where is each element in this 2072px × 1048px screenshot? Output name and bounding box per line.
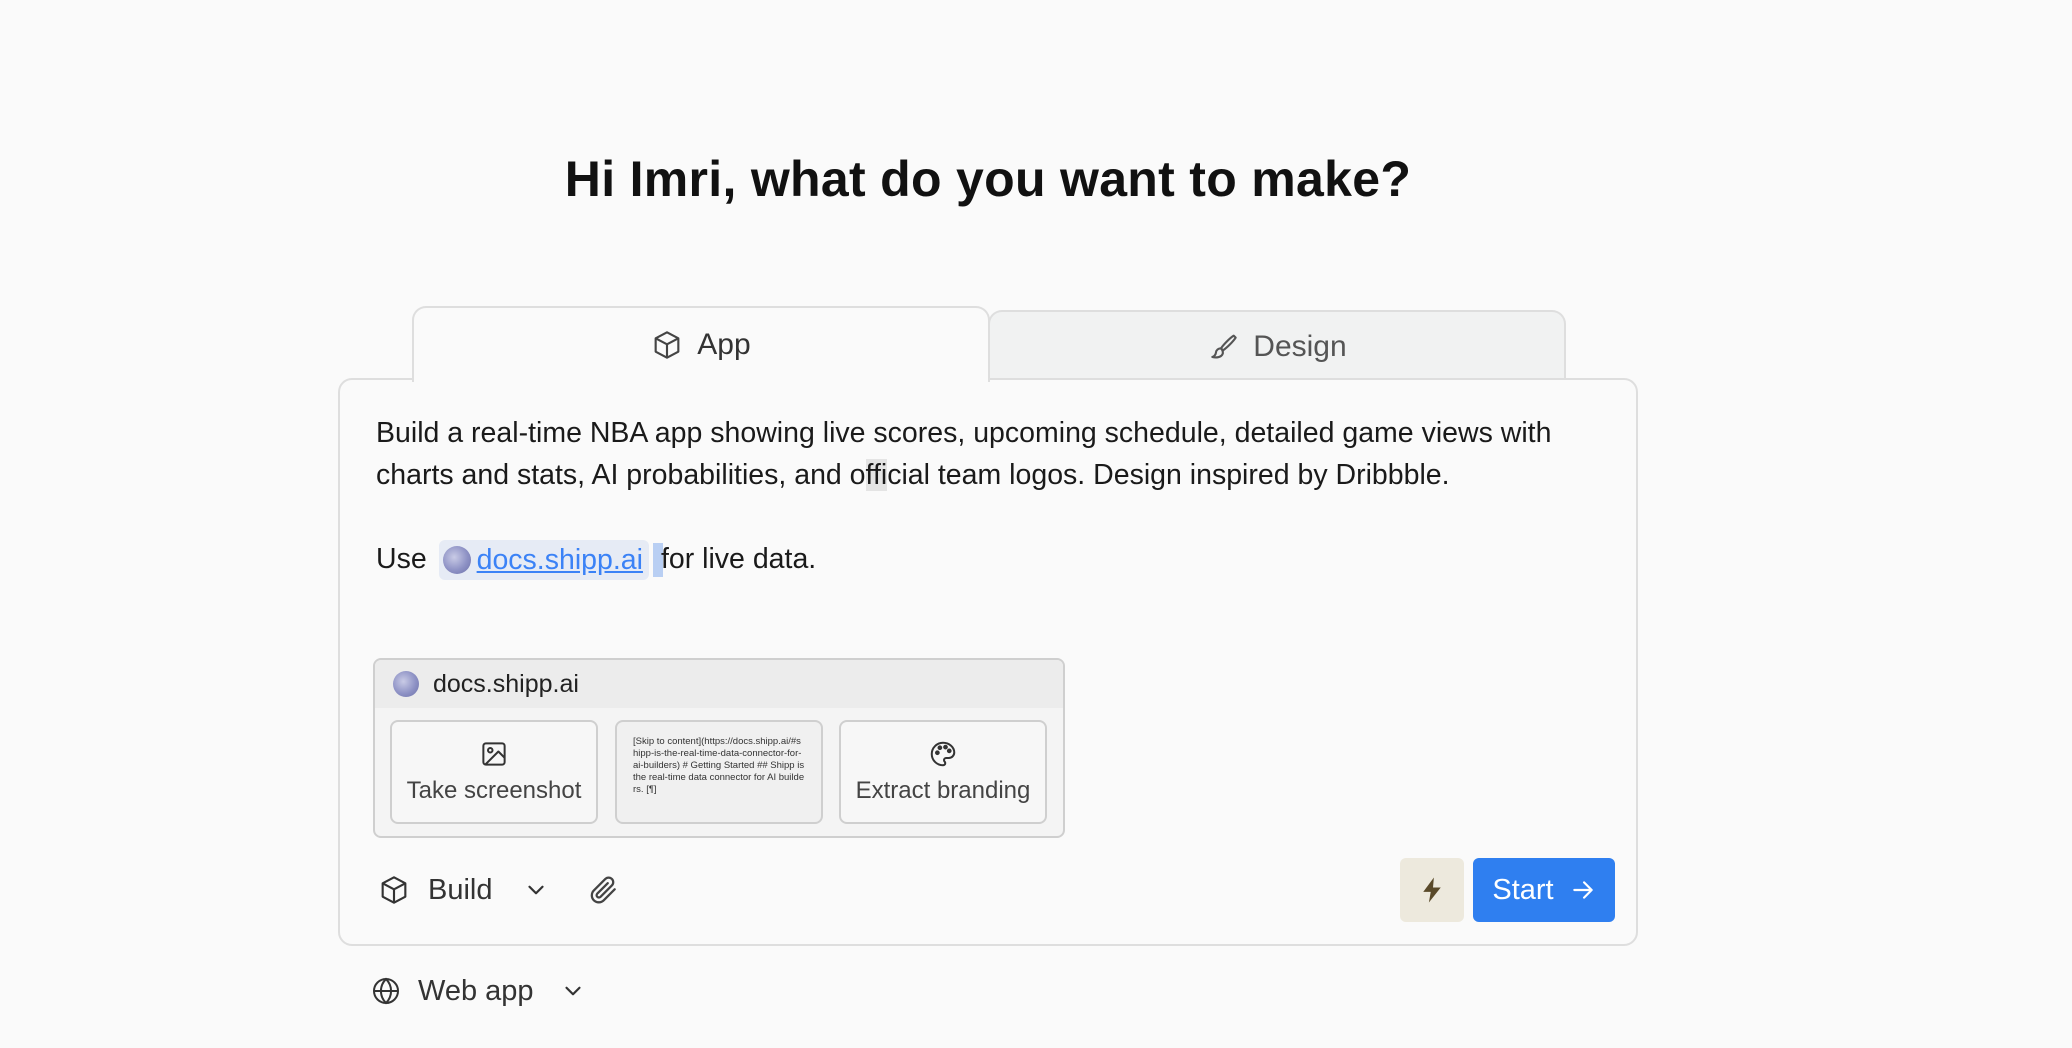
extract-branding-button[interactable]: Extract branding — [839, 720, 1047, 824]
start-button-label: Start — [1492, 873, 1554, 906]
prompt-text: Use — [376, 543, 427, 575]
take-screenshot-label: Take screenshot — [406, 777, 582, 804]
paintbrush-icon — [1211, 334, 1238, 359]
tab-design[interactable]: Design — [988, 310, 1566, 382]
platform-label: Web app — [418, 974, 534, 1007]
tab-design-label: Design — [1253, 330, 1347, 363]
globe-icon — [373, 977, 399, 1005]
favicon-icon — [393, 671, 419, 697]
prompt-line: Use docs.shipp.ai for live data. — [376, 538, 1596, 581]
build-mode-dropdown[interactable]: Build — [378, 866, 549, 914]
prompt-line: charts and stats, AI probabilities, and … — [376, 454, 1596, 496]
chevron-down-icon — [527, 885, 544, 895]
prompt-text: cial team logos. Design inspired by Drib… — [887, 459, 1450, 491]
attach-file-button[interactable] — [584, 870, 624, 910]
cube-icon — [381, 876, 407, 904]
favicon-icon — [442, 546, 471, 575]
tab-app[interactable]: App — [412, 306, 990, 382]
link-preview-header: docs.shipp.ai — [375, 660, 1063, 708]
extract-branding-label: Extract branding — [855, 777, 1031, 804]
content-snippet: [Skip to content](https://docs.shipp.ai/… — [633, 736, 805, 795]
lightning-bolt-icon — [1423, 877, 1441, 903]
tab-app-label: App — [697, 328, 751, 361]
palette-icon — [930, 741, 956, 767]
platform-dropdown[interactable]: Web app — [370, 966, 586, 1016]
prompt-text: Build a real-time NBA app showing live s… — [376, 417, 1552, 449]
start-button[interactable]: Start — [1473, 858, 1615, 922]
arrow-right-icon — [1572, 881, 1593, 899]
mention-link[interactable]: docs.shipp.ai — [477, 539, 643, 581]
prompt-input[interactable]: Build a real-time NBA app showing live s… — [376, 412, 1596, 581]
prompt-card: Build a real-time NBA app showing live s… — [338, 378, 1638, 946]
build-mode-label: Build — [428, 873, 493, 906]
prompt-line: Build a real-time NBA app showing live s… — [376, 412, 1596, 454]
prompt-text: charts and stats, AI probabilities, and … — [376, 459, 866, 491]
link-preview-domain: docs.shipp.ai — [433, 669, 579, 698]
page-title: Hi Imri, what do you want to make? — [564, 151, 1412, 207]
link-preview-panel: docs.shipp.ai Take screenshot [Skip to c… — [373, 658, 1065, 838]
take-screenshot-button[interactable]: Take screenshot — [390, 720, 598, 824]
chevron-down-icon — [564, 986, 581, 996]
image-icon — [482, 742, 506, 766]
enhance-prompt-button[interactable] — [1400, 858, 1464, 922]
prompt-text: for live data. — [660, 543, 817, 575]
url-mention-chip[interactable]: docs.shipp.ai — [438, 539, 649, 581]
cube-icon — [654, 331, 680, 359]
content-snippet-card[interactable]: [Skip to content](https://docs.shipp.ai/… — [615, 720, 823, 824]
text-selection-highlight: ffi — [865, 459, 888, 491]
paperclip-icon — [590, 876, 616, 904]
